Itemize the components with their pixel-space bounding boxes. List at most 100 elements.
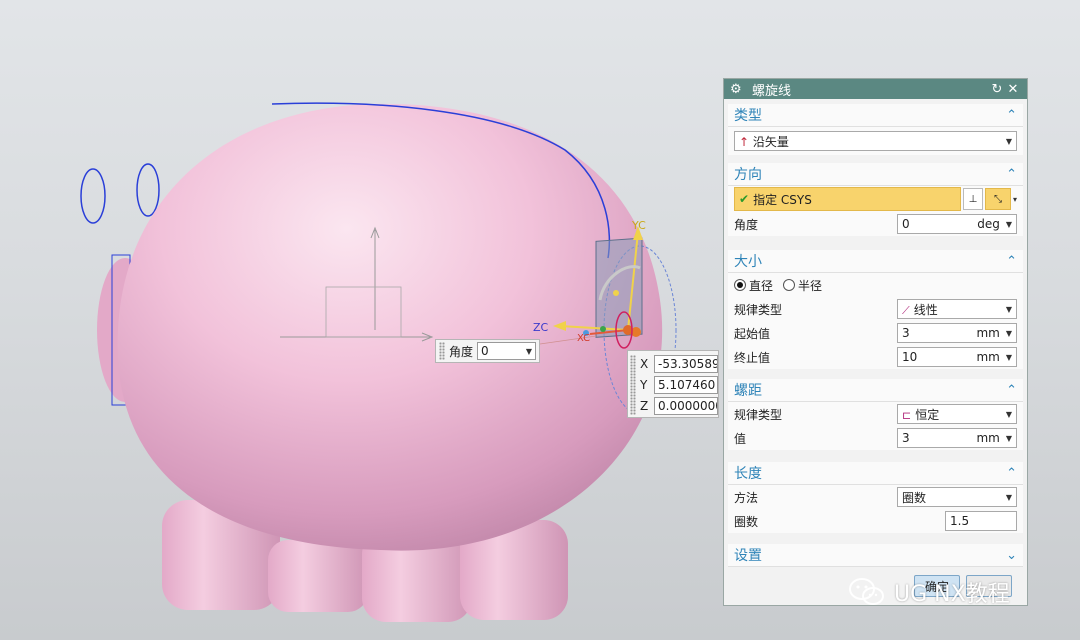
chevron-down-icon[interactable]: ▾: [1013, 195, 1017, 204]
dialog-title: 螺旋线: [752, 83, 792, 99]
chevron-down-icon[interactable]: ▼: [1006, 220, 1012, 229]
type-select-value: 沿矢量: [752, 134, 789, 149]
chevron-down-icon[interactable]: ▼: [526, 347, 532, 356]
section-pitch-header[interactable]: 螺距 ⌃: [728, 379, 1023, 402]
handle-ball[interactable]: [613, 290, 619, 296]
yc-label: YC: [631, 219, 646, 232]
end-value-label: 终止值: [734, 350, 771, 365]
chevron-down-icon[interactable]: ▼: [1006, 353, 1012, 362]
constant-law-icon: ⊏: [902, 408, 912, 422]
angle-input[interactable]: 0 deg ▼: [897, 214, 1017, 234]
floating-angle-input[interactable]: 角度 0 ▼: [435, 339, 540, 363]
drag-grip[interactable]: [439, 342, 445, 360]
section-length-header[interactable]: 长度 ⌃: [728, 462, 1023, 485]
close-icon[interactable]: ✕: [1005, 82, 1021, 97]
angle-value: 0: [902, 217, 910, 231]
wechat-icon: [849, 578, 884, 605]
xc-label: XC: [577, 333, 590, 344]
chevron-down-icon[interactable]: ▼: [1006, 493, 1012, 502]
zc-label: ZC: [533, 321, 549, 334]
section-pitch-title: 螺距: [734, 383, 762, 399]
start-value-input[interactable]: 3 mm ▼: [897, 323, 1017, 343]
start-value-label: 起始值: [734, 326, 771, 341]
section-settings: 设置 ⌄: [728, 544, 1023, 567]
size-law-type-value: 线性: [913, 302, 938, 317]
chevron-up-icon[interactable]: ⌃: [1006, 108, 1017, 123]
watermark: UG NX教程: [848, 576, 1010, 608]
chevron-down-icon[interactable]: ▼: [1006, 305, 1012, 314]
section-length: 长度 ⌃ 方法 圈数 ▼ 圈数 1.5: [728, 462, 1023, 533]
dialog-titlebar[interactable]: ⚙ 螺旋线 ↻ ✕: [724, 79, 1027, 99]
type-select[interactable]: ↑ 沿矢量 ▼: [734, 131, 1017, 151]
length-method-select[interactable]: 圈数 ▼: [897, 487, 1017, 507]
section-type-header[interactable]: 类型 ⌃: [728, 104, 1023, 127]
chevron-down-icon[interactable]: ▼: [1006, 434, 1012, 443]
section-size-header[interactable]: 大小 ⌃: [728, 250, 1023, 273]
pitch-value-label: 值: [734, 431, 747, 446]
length-method-value: 圈数: [902, 490, 927, 505]
turns-label: 圈数: [734, 514, 759, 529]
chevron-up-icon[interactable]: ⌃: [1006, 383, 1017, 398]
chevron-down-icon[interactable]: ▼: [1006, 137, 1012, 146]
handle-ball[interactable]: [600, 326, 606, 332]
section-type: 类型 ⌃ ↑ 沿矢量 ▼: [728, 104, 1023, 155]
gear-icon: ⚙: [730, 81, 742, 97]
chevron-up-icon[interactable]: ⌃: [1006, 466, 1017, 481]
floating-angle-value: 0: [481, 344, 489, 358]
x-label: X: [640, 357, 649, 371]
diameter-label: 直径: [749, 278, 774, 293]
radius-radio[interactable]: 半径: [783, 277, 822, 294]
length-method-label: 方法: [734, 490, 759, 505]
floating-angle-field[interactable]: 0 ▼: [477, 342, 536, 360]
floating-angle-label: 角度: [449, 344, 474, 359]
model-leg: [268, 540, 368, 612]
end-value: 10: [902, 350, 918, 364]
floating-coordinate-input[interactable]: X -53.30589 Y 5.107460 Z 0.0000000: [627, 350, 719, 418]
pitch-value-input[interactable]: 3 mm ▼: [897, 428, 1017, 448]
section-settings-title: 设置: [734, 548, 762, 564]
pitch-law-type-select[interactable]: ⊏ 恒定 ▼: [897, 404, 1017, 424]
section-settings-header[interactable]: 设置 ⌄: [728, 544, 1023, 567]
radio-selected-icon: [734, 279, 746, 291]
chevron-up-icon[interactable]: ⌃: [1006, 167, 1017, 182]
y-label: Y: [640, 378, 648, 392]
chevron-down-icon[interactable]: ▼: [1006, 410, 1012, 419]
angle-unit: deg: [977, 217, 1000, 231]
chevron-up-icon[interactable]: ⌃: [1006, 254, 1017, 269]
end-unit: mm: [976, 350, 1000, 364]
section-pitch: 螺距 ⌃ 规律类型 ⊏ 恒定 ▼ 值 3 mm ▼: [728, 379, 1023, 450]
size-law-type-label: 规律类型: [734, 302, 783, 317]
y-coordinate-field[interactable]: 5.107460: [654, 376, 718, 394]
size-law-type-select[interactable]: ⟋ 线性 ▼: [897, 299, 1017, 319]
checkmark-icon: ✔: [739, 192, 750, 206]
specify-csys-selector[interactable]: ✔ 指定 CSYS: [734, 187, 961, 211]
turns-input[interactable]: 1.5: [945, 511, 1017, 531]
section-length-title: 长度: [734, 466, 762, 482]
pitch-law-type-label: 规律类型: [734, 407, 783, 422]
vector-arrow-icon: ↑: [739, 134, 750, 149]
turns-value: 1.5: [950, 514, 970, 528]
radius-label: 半径: [798, 278, 823, 293]
helix-preview-circle: [136, 163, 160, 217]
x-coordinate-field[interactable]: -53.30589: [654, 355, 718, 373]
reset-icon[interactable]: ↻: [989, 82, 1005, 97]
watermark-text: UG NX教程: [894, 582, 1010, 607]
helix-dialog: ⚙ 螺旋线 ↻ ✕ 类型 ⌃ ↑ 沿矢量 ▼ 方向 ⌃ ✔ 指定 CSYS ⊥ …: [723, 78, 1028, 606]
section-direction-header[interactable]: 方向 ⌃: [728, 163, 1023, 186]
radio-unselected-icon: [783, 279, 796, 291]
csys-dialog-icon[interactable]: ⊥: [962, 188, 983, 210]
section-size-title: 大小: [734, 254, 762, 270]
z-coordinate-field[interactable]: 0.0000000: [654, 397, 718, 415]
diameter-radio[interactable]: 直径: [734, 277, 773, 294]
specify-csys-label: 指定 CSYS: [753, 192, 812, 207]
chevron-down-icon[interactable]: ⌄: [1006, 548, 1017, 563]
csys-type-icon[interactable]: ⤡: [984, 188, 1011, 210]
pitch-unit: mm: [976, 431, 1000, 445]
helix-preview-circle: [80, 168, 106, 224]
chevron-down-icon[interactable]: ▼: [1006, 329, 1012, 338]
z-label: Z: [640, 399, 649, 413]
end-value-input[interactable]: 10 mm ▼: [897, 347, 1017, 367]
linear-law-icon: ⟋: [902, 303, 910, 317]
section-type-title: 类型: [734, 108, 762, 124]
drag-grip[interactable]: [630, 355, 636, 415]
